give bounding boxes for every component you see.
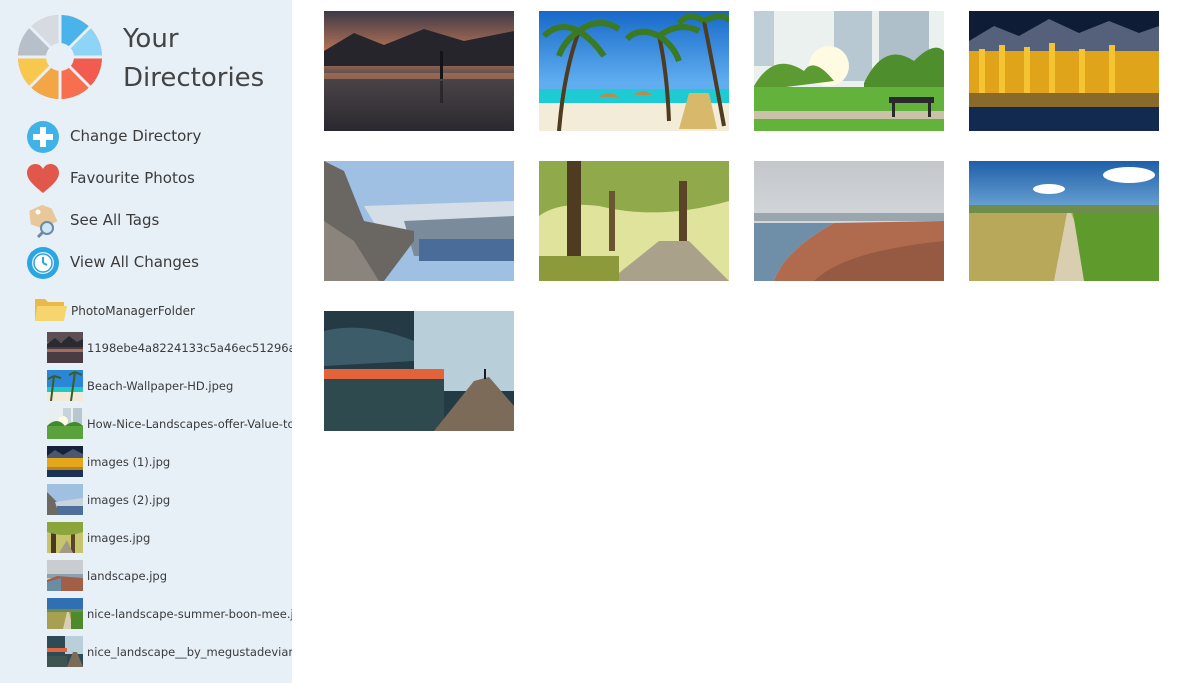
photo-thumbnail-autumn-lake: [969, 11, 1159, 131]
photo-tile[interactable]: [969, 11, 1159, 131]
file-item[interactable]: Beach-Wallpaper-HD.jpeg: [47, 370, 292, 402]
photo-tile[interactable]: [324, 11, 514, 131]
file-item[interactable]: 1198ebe4a8224133c5a46ec51296a78a: [47, 332, 292, 364]
file-item[interactable]: nice_landscape__by_megustadeviantar: [47, 636, 292, 668]
file-name: landscape.jpg: [87, 569, 168, 583]
view-all-changes-label: View All Changes: [70, 253, 199, 271]
file-name: 1198ebe4a8224133c5a46ec51296a78a: [87, 341, 292, 355]
file-thumbnail: [47, 332, 83, 363]
plus-circle-icon: [26, 120, 60, 154]
file-name: images (1).jpg: [87, 455, 171, 469]
photo-tile[interactable]: [754, 161, 944, 281]
file-name: nice_landscape__by_megustadeviantar: [87, 645, 292, 659]
folder-name: PhotoManagerFolder: [71, 304, 195, 318]
sidebar: Your Directories Change Directory Favour…: [0, 0, 292, 683]
file-thumbnail: [47, 522, 83, 553]
favourite-photos-button[interactable]: Favourite Photos: [26, 161, 286, 197]
file-item[interactable]: landscape.jpg: [47, 560, 292, 592]
folder-icon: [34, 295, 68, 323]
photo-thumbnail-summer-field: [969, 161, 1159, 281]
photo-thumbnail-coastal-city: [754, 161, 944, 281]
photo-thumbnail-sunset-coast: [324, 311, 514, 431]
change-directory-button[interactable]: Change Directory: [26, 119, 286, 155]
file-thumbnail: [47, 636, 83, 667]
heart-icon: [26, 162, 60, 196]
favourite-photos-label: Favourite Photos: [70, 169, 195, 187]
photo-thumbnail-beach: [539, 11, 729, 131]
file-name: How-Nice-Landscapes-offer-Value-to-: [87, 417, 292, 431]
change-directory-label: Change Directory: [70, 127, 202, 145]
app-logo-icon: [17, 14, 103, 100]
file-item[interactable]: How-Nice-Landscapes-offer-Value-to-: [47, 408, 292, 440]
file-name: images.jpg: [87, 531, 151, 545]
file-thumbnail: [47, 446, 83, 477]
file-name: Beach-Wallpaper-HD.jpeg: [87, 379, 234, 393]
photo-tile[interactable]: [324, 311, 514, 431]
photo-thumbnail-city-park: [754, 11, 944, 131]
file-item[interactable]: images (2).jpg: [47, 484, 292, 516]
app-title: Your Directories: [123, 24, 265, 93]
file-item[interactable]: nice-landscape-summer-boon-mee.jpg: [47, 598, 292, 630]
photo-tile[interactable]: [754, 11, 944, 131]
photo-tile[interactable]: [969, 161, 1159, 281]
photo-thumbnail-fjord-cliff: [324, 161, 514, 281]
file-name: images (2).jpg: [87, 493, 171, 507]
see-all-tags-button[interactable]: See All Tags: [26, 203, 286, 239]
history-clock-icon: [26, 246, 60, 280]
photo-thumbnail-lake-sunset: [324, 11, 514, 131]
view-all-changes-button[interactable]: View All Changes: [26, 245, 286, 281]
file-item[interactable]: images.jpg: [47, 522, 292, 554]
photo-tile[interactable]: [539, 161, 729, 281]
photo-thumbnail-forest-path: [539, 161, 729, 281]
file-thumbnail: [47, 598, 83, 629]
photo-tile[interactable]: [539, 11, 729, 131]
tag-search-icon: [26, 204, 60, 239]
photo-tile[interactable]: [324, 161, 514, 281]
file-thumbnail: [47, 370, 83, 401]
file-name: nice-landscape-summer-boon-mee.jpg: [87, 607, 292, 621]
file-thumbnail: [47, 484, 83, 515]
app-header: Your Directories: [17, 14, 287, 104]
file-item[interactable]: images (1).jpg: [47, 446, 292, 478]
see-all-tags-label: See All Tags: [70, 211, 160, 229]
file-thumbnail: [47, 408, 83, 439]
file-thumbnail: [47, 560, 83, 591]
folder-item[interactable]: PhotoManagerFolder: [34, 295, 292, 325]
